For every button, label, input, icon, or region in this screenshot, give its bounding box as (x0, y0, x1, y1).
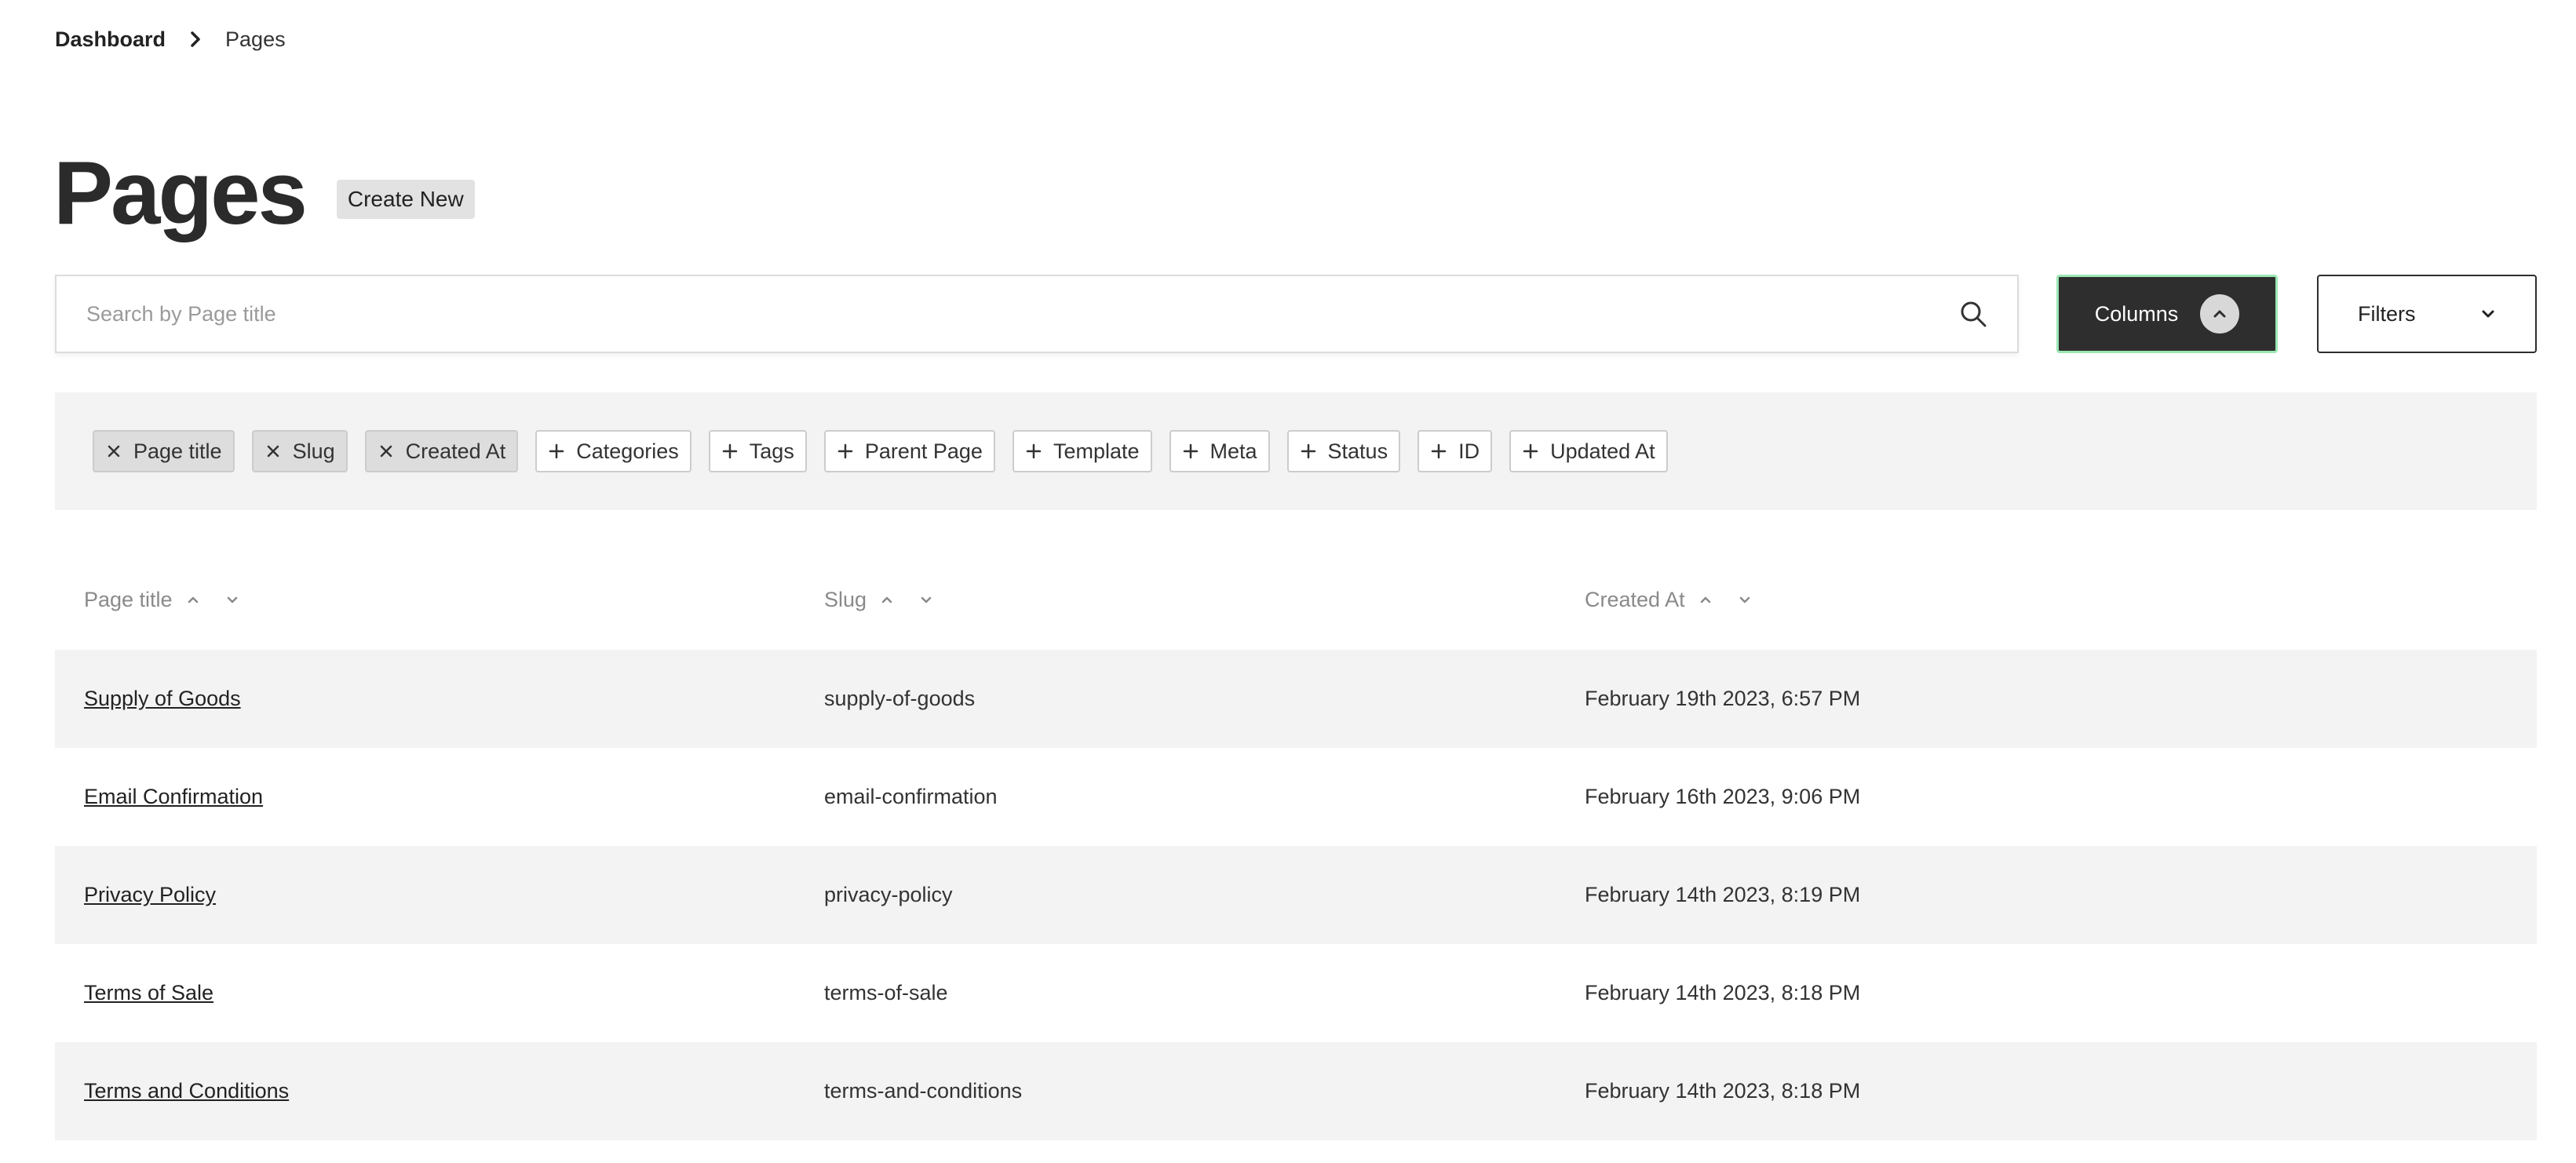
sort-controls (1698, 592, 1776, 607)
chip-status[interactable]: Status (1286, 430, 1401, 472)
table-row: Terms of Sale terms-of-sale February 14t… (55, 944, 2537, 1042)
plus-icon (1430, 443, 1447, 460)
chip-label: Status (1327, 439, 1388, 463)
chip-label: Page title (133, 439, 222, 463)
chip-tags[interactable]: Tags (708, 430, 807, 472)
plus-icon (1182, 443, 1199, 460)
sort-ascending-icon[interactable] (879, 592, 895, 607)
chip-id[interactable]: ID (1418, 430, 1493, 472)
breadcrumb-current: Pages (225, 27, 286, 51)
columns-label: Columns (2094, 301, 2179, 326)
column-header-label: Created At (1585, 587, 1685, 611)
plus-icon (721, 443, 739, 460)
create-new-button[interactable]: Create New (336, 180, 475, 219)
page-title-link[interactable]: Supply of Goods (84, 687, 241, 711)
plus-icon (1300, 443, 1317, 460)
sort-controls (879, 592, 958, 607)
slug-cell: email-confirmation (824, 785, 998, 808)
chip-label: Tags (749, 439, 794, 463)
created-at-cell: February 19th 2023, 6:57 PM (1585, 687, 1861, 710)
column-chips-panel: Page title Slug Created At Categories Ta… (55, 392, 2537, 510)
slug-cell: supply-of-goods (824, 687, 976, 710)
chip-label: Parent Page (864, 439, 983, 463)
chip-categories[interactable]: Categories (535, 430, 691, 472)
table-row: Privacy Policy privacy-policy February 1… (55, 846, 2537, 944)
created-at-cell: February 16th 2023, 9:06 PM (1585, 785, 1861, 808)
chip-page-title[interactable]: Page title (93, 430, 235, 472)
search-icon[interactable] (1959, 300, 1987, 328)
sort-descending-icon[interactable] (224, 592, 240, 607)
plus-icon (837, 443, 854, 460)
chip-label: Categories (576, 439, 679, 463)
plus-icon (548, 443, 565, 460)
page-title-link[interactable]: Terms of Sale (84, 981, 213, 1005)
chip-slug[interactable]: Slug (251, 430, 348, 472)
column-header-label: Page title (84, 587, 173, 611)
sort-descending-icon[interactable] (918, 592, 934, 607)
chevron-right-icon (189, 31, 202, 47)
slug-cell: privacy-policy (824, 883, 953, 906)
created-at-cell: February 14th 2023, 8:18 PM (1585, 1079, 1861, 1103)
chip-template[interactable]: Template (1012, 430, 1152, 472)
columns-button[interactable]: Columns (2056, 275, 2278, 353)
chip-label: Meta (1210, 439, 1257, 463)
sort-controls (185, 592, 264, 607)
chip-label: Slug (292, 439, 335, 463)
sort-ascending-icon[interactable] (185, 592, 201, 607)
page-header: Pages Create New (53, 143, 475, 245)
search-bar (55, 275, 2019, 353)
close-icon (265, 443, 282, 460)
column-header-label: Slug (824, 587, 867, 611)
breadcrumb: Dashboard Pages (55, 24, 286, 55)
column-header-created-at: Created At (1585, 588, 1776, 612)
chip-label: ID (1458, 439, 1480, 463)
filters-button[interactable]: Filters (2317, 275, 2537, 353)
slug-cell: terms-and-conditions (824, 1079, 1023, 1103)
sort-descending-icon[interactable] (1737, 592, 1753, 607)
close-icon (105, 443, 122, 460)
close-icon (378, 443, 395, 460)
created-at-cell: February 14th 2023, 8:19 PM (1585, 883, 1861, 906)
column-header-page-title: Page title (84, 588, 264, 612)
page-title-link[interactable]: Privacy Policy (84, 883, 216, 907)
chip-created-at[interactable]: Created At (364, 430, 519, 472)
chevron-up-icon (2200, 294, 2240, 334)
page-title-link[interactable]: Terms and Conditions (84, 1079, 289, 1103)
table-row: Email Confirmation email-confirmation Fe… (55, 748, 2537, 846)
slug-cell: terms-of-sale (824, 981, 948, 1004)
filters-label: Filters (2358, 301, 2416, 326)
table-header: Page title Slug Created At (55, 549, 2537, 650)
chevron-down-icon (2480, 308, 2496, 319)
chip-label: Updated At (1550, 439, 1655, 463)
search-input[interactable] (57, 276, 1959, 352)
page-title-link[interactable]: Email Confirmation (84, 785, 263, 809)
sort-ascending-icon[interactable] (1698, 592, 1713, 607)
plus-icon (1522, 443, 1539, 460)
created-at-cell: February 14th 2023, 8:18 PM (1585, 981, 1861, 1004)
plus-icon (1025, 443, 1042, 460)
pages-table: Page title Slug Created At Supply of Goo… (55, 549, 2537, 1140)
page: Dashboard Pages Pages Create New Columns… (0, 0, 2576, 1163)
breadcrumb-dashboard-link[interactable]: Dashboard (55, 27, 166, 52)
chip-updated-at[interactable]: Updated At (1509, 430, 1668, 472)
chip-label: Created At (405, 439, 506, 463)
chip-parent-page[interactable]: Parent Page (823, 430, 995, 472)
chip-meta[interactable]: Meta (1169, 430, 1270, 472)
chip-label: Template (1053, 439, 1140, 463)
table-row: Supply of Goods supply-of-goods February… (55, 650, 2537, 748)
table-row: Terms and Conditions terms-and-condition… (55, 1042, 2537, 1140)
page-title: Pages (53, 144, 308, 243)
column-header-slug: Slug (824, 588, 958, 612)
